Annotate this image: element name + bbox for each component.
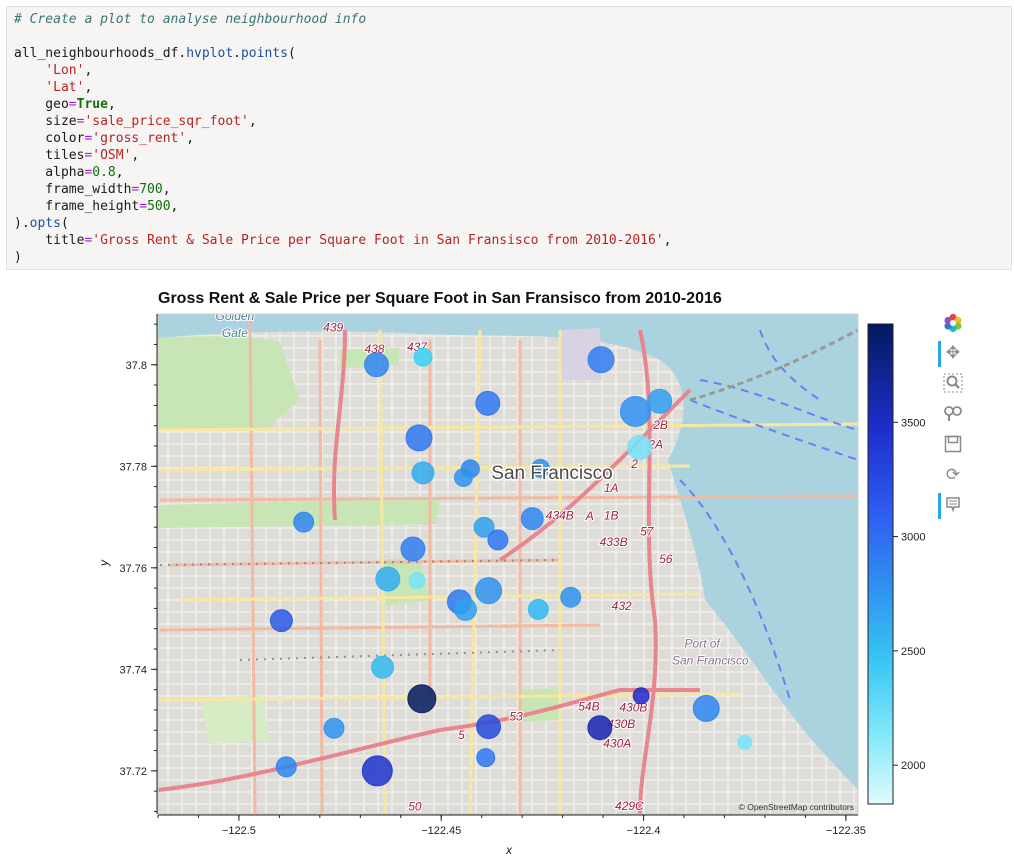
map-label-route: 1B xyxy=(604,509,619,523)
map-label-route: 54B xyxy=(578,699,599,713)
city-label: San Francisco xyxy=(491,463,612,484)
save-icon[interactable] xyxy=(938,431,968,457)
data-point[interactable] xyxy=(293,511,315,533)
reset-icon[interactable]: ⟳ xyxy=(938,462,968,488)
data-point[interactable] xyxy=(411,461,435,485)
x-axis-label: x xyxy=(505,843,513,857)
data-point[interactable] xyxy=(737,734,753,750)
map-label-route: 53 xyxy=(509,710,523,724)
x-axis: −122.5 −122.45 −122.4 −122.35 xyxy=(157,814,866,837)
colorbar-ticks: 2000 2500 3000 3500 xyxy=(893,417,925,772)
data-point[interactable] xyxy=(476,748,496,768)
data-point[interactable] xyxy=(475,390,501,416)
map-label-route: 2B xyxy=(652,418,668,432)
data-point[interactable] xyxy=(408,571,426,589)
pan-icon[interactable]: ✥ xyxy=(938,340,968,367)
data-point[interactable] xyxy=(454,597,478,621)
plot-canvas[interactable]: GoldenGatePort ofSan Francisco439438 4372… xyxy=(0,0,1014,862)
map-label-route: 430A xyxy=(603,737,631,751)
map-label-route: 50 xyxy=(408,799,422,813)
y-axis: 37.72 37.74 37.76 37.78 37.8 xyxy=(119,314,158,814)
colorbar-tick-label: 3000 xyxy=(901,532,925,544)
colorbar-tick-label: 2000 xyxy=(901,760,925,772)
map-label-water: Golden xyxy=(216,309,255,323)
data-point[interactable] xyxy=(487,529,509,551)
map-tiles xyxy=(158,314,858,814)
colorbar-tick-label: 3500 xyxy=(901,417,925,429)
y-tick-label: 37.72 xyxy=(119,766,147,778)
data-point[interactable] xyxy=(371,655,395,679)
data-point[interactable] xyxy=(375,566,401,592)
data-point[interactable] xyxy=(400,536,426,562)
y-axis-label: y xyxy=(97,559,111,567)
data-point[interactable] xyxy=(476,714,502,740)
box-zoom-icon[interactable] xyxy=(938,370,968,396)
map-label-route: 439 xyxy=(323,320,343,334)
y-tick-label: 37.78 xyxy=(119,461,147,473)
map-label-route: 429C xyxy=(615,799,644,813)
x-tick-label: −122.4 xyxy=(627,825,661,837)
map-label-place: San Francisco xyxy=(672,653,749,667)
data-point[interactable] xyxy=(361,755,393,787)
y-tick-label: 37.8 xyxy=(126,360,147,372)
wheel-zoom-icon[interactable] xyxy=(938,401,968,427)
data-point[interactable] xyxy=(520,507,544,531)
data-point[interactable] xyxy=(405,424,433,452)
data-point[interactable] xyxy=(587,346,615,374)
map-label-route: A xyxy=(585,509,594,523)
data-point[interactable] xyxy=(587,715,613,741)
bokeh-toolbar: ✥ ⟳ xyxy=(934,310,974,530)
data-point[interactable] xyxy=(692,694,720,722)
map-label-route: 57 xyxy=(640,524,655,538)
osm-attribution[interactable]: © OpenStreetMap contributors xyxy=(739,802,854,812)
data-point[interactable] xyxy=(413,347,433,367)
colorbar-gradient xyxy=(867,323,894,805)
map-label-route: 56 xyxy=(659,552,673,566)
data-point[interactable] xyxy=(269,609,293,633)
x-tick-label: −122.45 xyxy=(421,825,461,837)
map-label-water: Gate xyxy=(222,326,248,340)
colorbar: 2000 2500 3000 3500 xyxy=(867,323,925,805)
data-point[interactable] xyxy=(619,395,651,427)
data-point[interactable] xyxy=(323,717,345,739)
x-tick-label: −122.5 xyxy=(222,825,256,837)
data-point[interactable] xyxy=(275,756,297,778)
data-point[interactable] xyxy=(647,388,673,414)
map-label-route: 5 xyxy=(458,728,465,742)
data-point[interactable] xyxy=(632,687,650,705)
y-tick-label: 37.76 xyxy=(119,563,147,575)
map-label-route: 434B xyxy=(546,509,574,523)
map-label-place: Port of xyxy=(685,637,722,651)
data-point[interactable] xyxy=(527,598,549,620)
hover-icon[interactable] xyxy=(938,492,968,519)
data-point[interactable] xyxy=(475,577,503,605)
data-point[interactable] xyxy=(560,586,582,608)
data-point[interactable] xyxy=(363,352,389,378)
y-tick-label: 37.74 xyxy=(119,664,147,676)
bokeh-logo-icon[interactable] xyxy=(938,310,968,336)
data-point[interactable] xyxy=(627,435,653,461)
x-tick-label: −122.35 xyxy=(826,825,866,837)
data-point[interactable] xyxy=(407,684,437,714)
colorbar-tick-label: 2500 xyxy=(901,646,925,658)
map-label-route: 433B xyxy=(600,535,628,549)
map-label-route: 432 xyxy=(612,599,632,613)
data-point[interactable] xyxy=(453,467,473,487)
